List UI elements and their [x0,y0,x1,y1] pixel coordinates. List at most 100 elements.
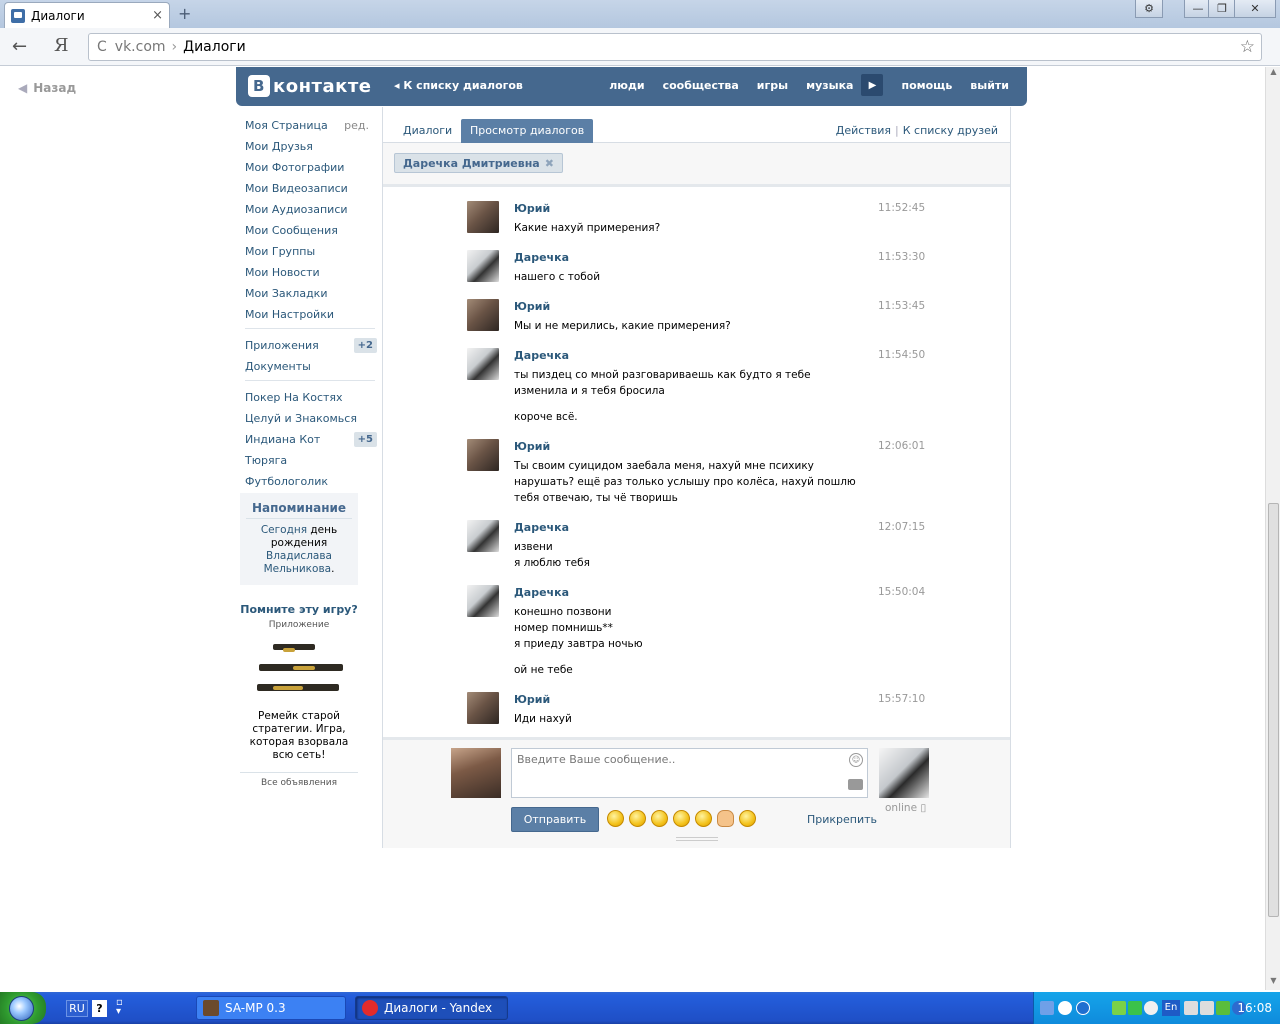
nav-music[interactable]: музыка [806,79,853,96]
message-author-avatar[interactable] [467,348,499,380]
language-bar-options-icon[interactable]: ▫ ▾ [116,998,123,1017]
message-author-avatar[interactable] [467,692,499,724]
hand-emoji-icon[interactable] [717,810,734,827]
my-avatar[interactable] [451,748,501,798]
smile-icon[interactable]: ☺ [849,753,863,767]
left-menu-item[interactable]: Целуй и Знакомься [245,408,377,429]
left-menu-item[interactable]: Покер На Костях [245,387,377,408]
left-menu-item[interactable]: Мои Аудиозаписи [245,199,377,220]
scroll-up-arrow-icon[interactable]: ▲ [1266,67,1280,81]
peer-tag[interactable]: Даречка Дмитриевна ✖ [394,153,563,173]
left-menu-item[interactable]: Футбологолик [245,471,377,492]
left-menu-item[interactable]: Мои Фотографии [245,157,377,178]
browser-settings-button[interactable]: ⚙ [1135,0,1163,18]
edit-link[interactable]: ред. [344,119,369,132]
page-scrollbar[interactable]: ▲ ▼ [1265,67,1280,990]
tears-of-joy-emoji-icon[interactable] [739,810,756,827]
back-link[interactable]: ◀ Назад [18,81,76,95]
camera-icon[interactable] [848,779,863,790]
today-link[interactable]: Сегодня [261,524,307,536]
nav-games[interactable]: игры [757,79,788,96]
grin-emoji-icon[interactable] [673,810,690,827]
left-menu-item[interactable]: Индиана Кот +5 [245,429,377,450]
left-menu-item[interactable]: Мои Друзья [245,136,377,157]
message-author[interactable]: Юрий [514,202,550,215]
attach-link[interactable]: Прикрепить [807,813,877,826]
ad-block[interactable]: Помните эту игру? Приложение Ремейк стар… [240,603,358,788]
tab-dialogs[interactable]: Диалоги [394,119,461,143]
nav-logout[interactable]: выйти [970,79,1009,96]
left-menu-item[interactable]: Приложения +2 [245,335,377,356]
nav-communities[interactable]: сообщества [663,79,739,96]
sweat-emoji-icon[interactable] [651,810,668,827]
yandex-logo-icon[interactable]: Я [54,35,69,56]
language-indicator[interactable]: RU [66,1000,88,1017]
left-menu-item[interactable]: Мои Видеозаписи [245,178,377,199]
message-author[interactable]: Даречка [514,586,569,599]
friend-name-link[interactable]: Владислава Мельникова [264,550,332,575]
left-menu-item[interactable]: Документы [245,356,377,377]
vk-logo[interactable]: B контакте [248,75,371,97]
back-arrow-icon[interactable]: ← [12,36,27,57]
all-ads-link[interactable]: Все объявления [240,778,358,788]
taskbar-button-yandex[interactable]: Диалоги - Yandex [355,996,508,1020]
message-input[interactable]: Введите Ваше сообщение.. ☺ [511,748,868,798]
browser-tab[interactable]: Диалоги × [4,2,170,28]
skype-icon[interactable] [1058,1001,1072,1015]
remove-peer-icon[interactable]: ✖ [545,157,554,170]
nav-help[interactable]: помощь [901,79,952,96]
download-icon[interactable] [1076,1001,1090,1015]
help-icon[interactable]: ? [92,1000,107,1017]
network-icon[interactable] [1040,1001,1054,1015]
left-menu-item[interactable]: Мои Группы [245,241,377,262]
music-play-icon[interactable]: ▶ [861,74,884,96]
scroll-down-arrow-icon[interactable]: ▼ [1266,976,1280,990]
message-author[interactable]: Даречка [514,251,569,264]
ad-text[interactable]: Ремейк старой стратегии. Игра, которая в… [240,710,358,762]
left-menu-item[interactable]: Мои Закладки [245,283,377,304]
taskbar-button-samp[interactable]: SA-MP 0.3 [196,996,346,1020]
tab-view-dialogs[interactable]: Просмотр диалогов [461,119,594,143]
left-menu-item[interactable]: Тюряга [245,450,377,471]
tab-close-icon[interactable]: × [152,8,163,23]
maximize-button[interactable]: ❐ [1208,0,1236,18]
checkmark-icon[interactable] [1216,1001,1230,1015]
message-author-avatar[interactable] [467,439,499,471]
angry-emoji-icon[interactable] [695,810,712,827]
send-button[interactable]: Отправить [511,807,599,832]
message-author-avatar[interactable] [467,585,499,617]
message-author-avatar[interactable] [467,520,499,552]
reload-icon[interactable]: C [97,39,107,55]
speaker-icon[interactable] [1184,1001,1198,1015]
actions-link[interactable]: Действия [836,124,891,137]
tray-language-indicator[interactable]: En [1162,1000,1180,1016]
message-author-avatar[interactable] [467,250,499,282]
left-menu-item[interactable]: Моя Страница ред. [245,115,377,136]
chat-bubble-icon[interactable] [1144,1001,1158,1015]
message-author[interactable]: Юрий [514,693,550,706]
message-author[interactable]: Даречка [514,521,569,534]
message-author-avatar[interactable] [467,201,499,233]
peer-avatar[interactable] [879,748,929,798]
left-menu-item[interactable]: Мои Новости [245,262,377,283]
bookmark-star-icon[interactable]: ☆ [1240,37,1255,57]
shield-icon[interactable] [1128,1001,1142,1015]
resize-grip[interactable] [676,837,718,841]
message-author[interactable]: Юрий [514,300,550,313]
close-window-button[interactable]: ✕ [1234,0,1276,18]
message-author[interactable]: Даречка [514,349,569,362]
neutral-emoji-icon[interactable] [629,810,646,827]
left-menu-item[interactable]: Мои Сообщения [245,220,377,241]
scroll-thumb[interactable] [1268,503,1279,917]
back-to-dialogs-link[interactable]: ◂ К списку диалогов [394,79,523,92]
left-menu-item[interactable]: Мои Настройки [245,304,377,325]
ad-title[interactable]: Помните эту игру? [240,603,358,616]
friends-list-link[interactable]: К списку друзей [903,124,998,137]
ad-image-rifles[interactable] [253,636,345,704]
address-bar[interactable]: C vk.com › Диалоги ☆ [88,33,1262,61]
download-arrow-icon[interactable] [1112,1001,1126,1015]
network-signal-icon[interactable] [1200,1001,1214,1015]
message-author[interactable]: Юрий [514,440,550,453]
new-tab-button[interactable]: + [178,4,191,23]
nav-people[interactable]: люди [609,79,644,96]
